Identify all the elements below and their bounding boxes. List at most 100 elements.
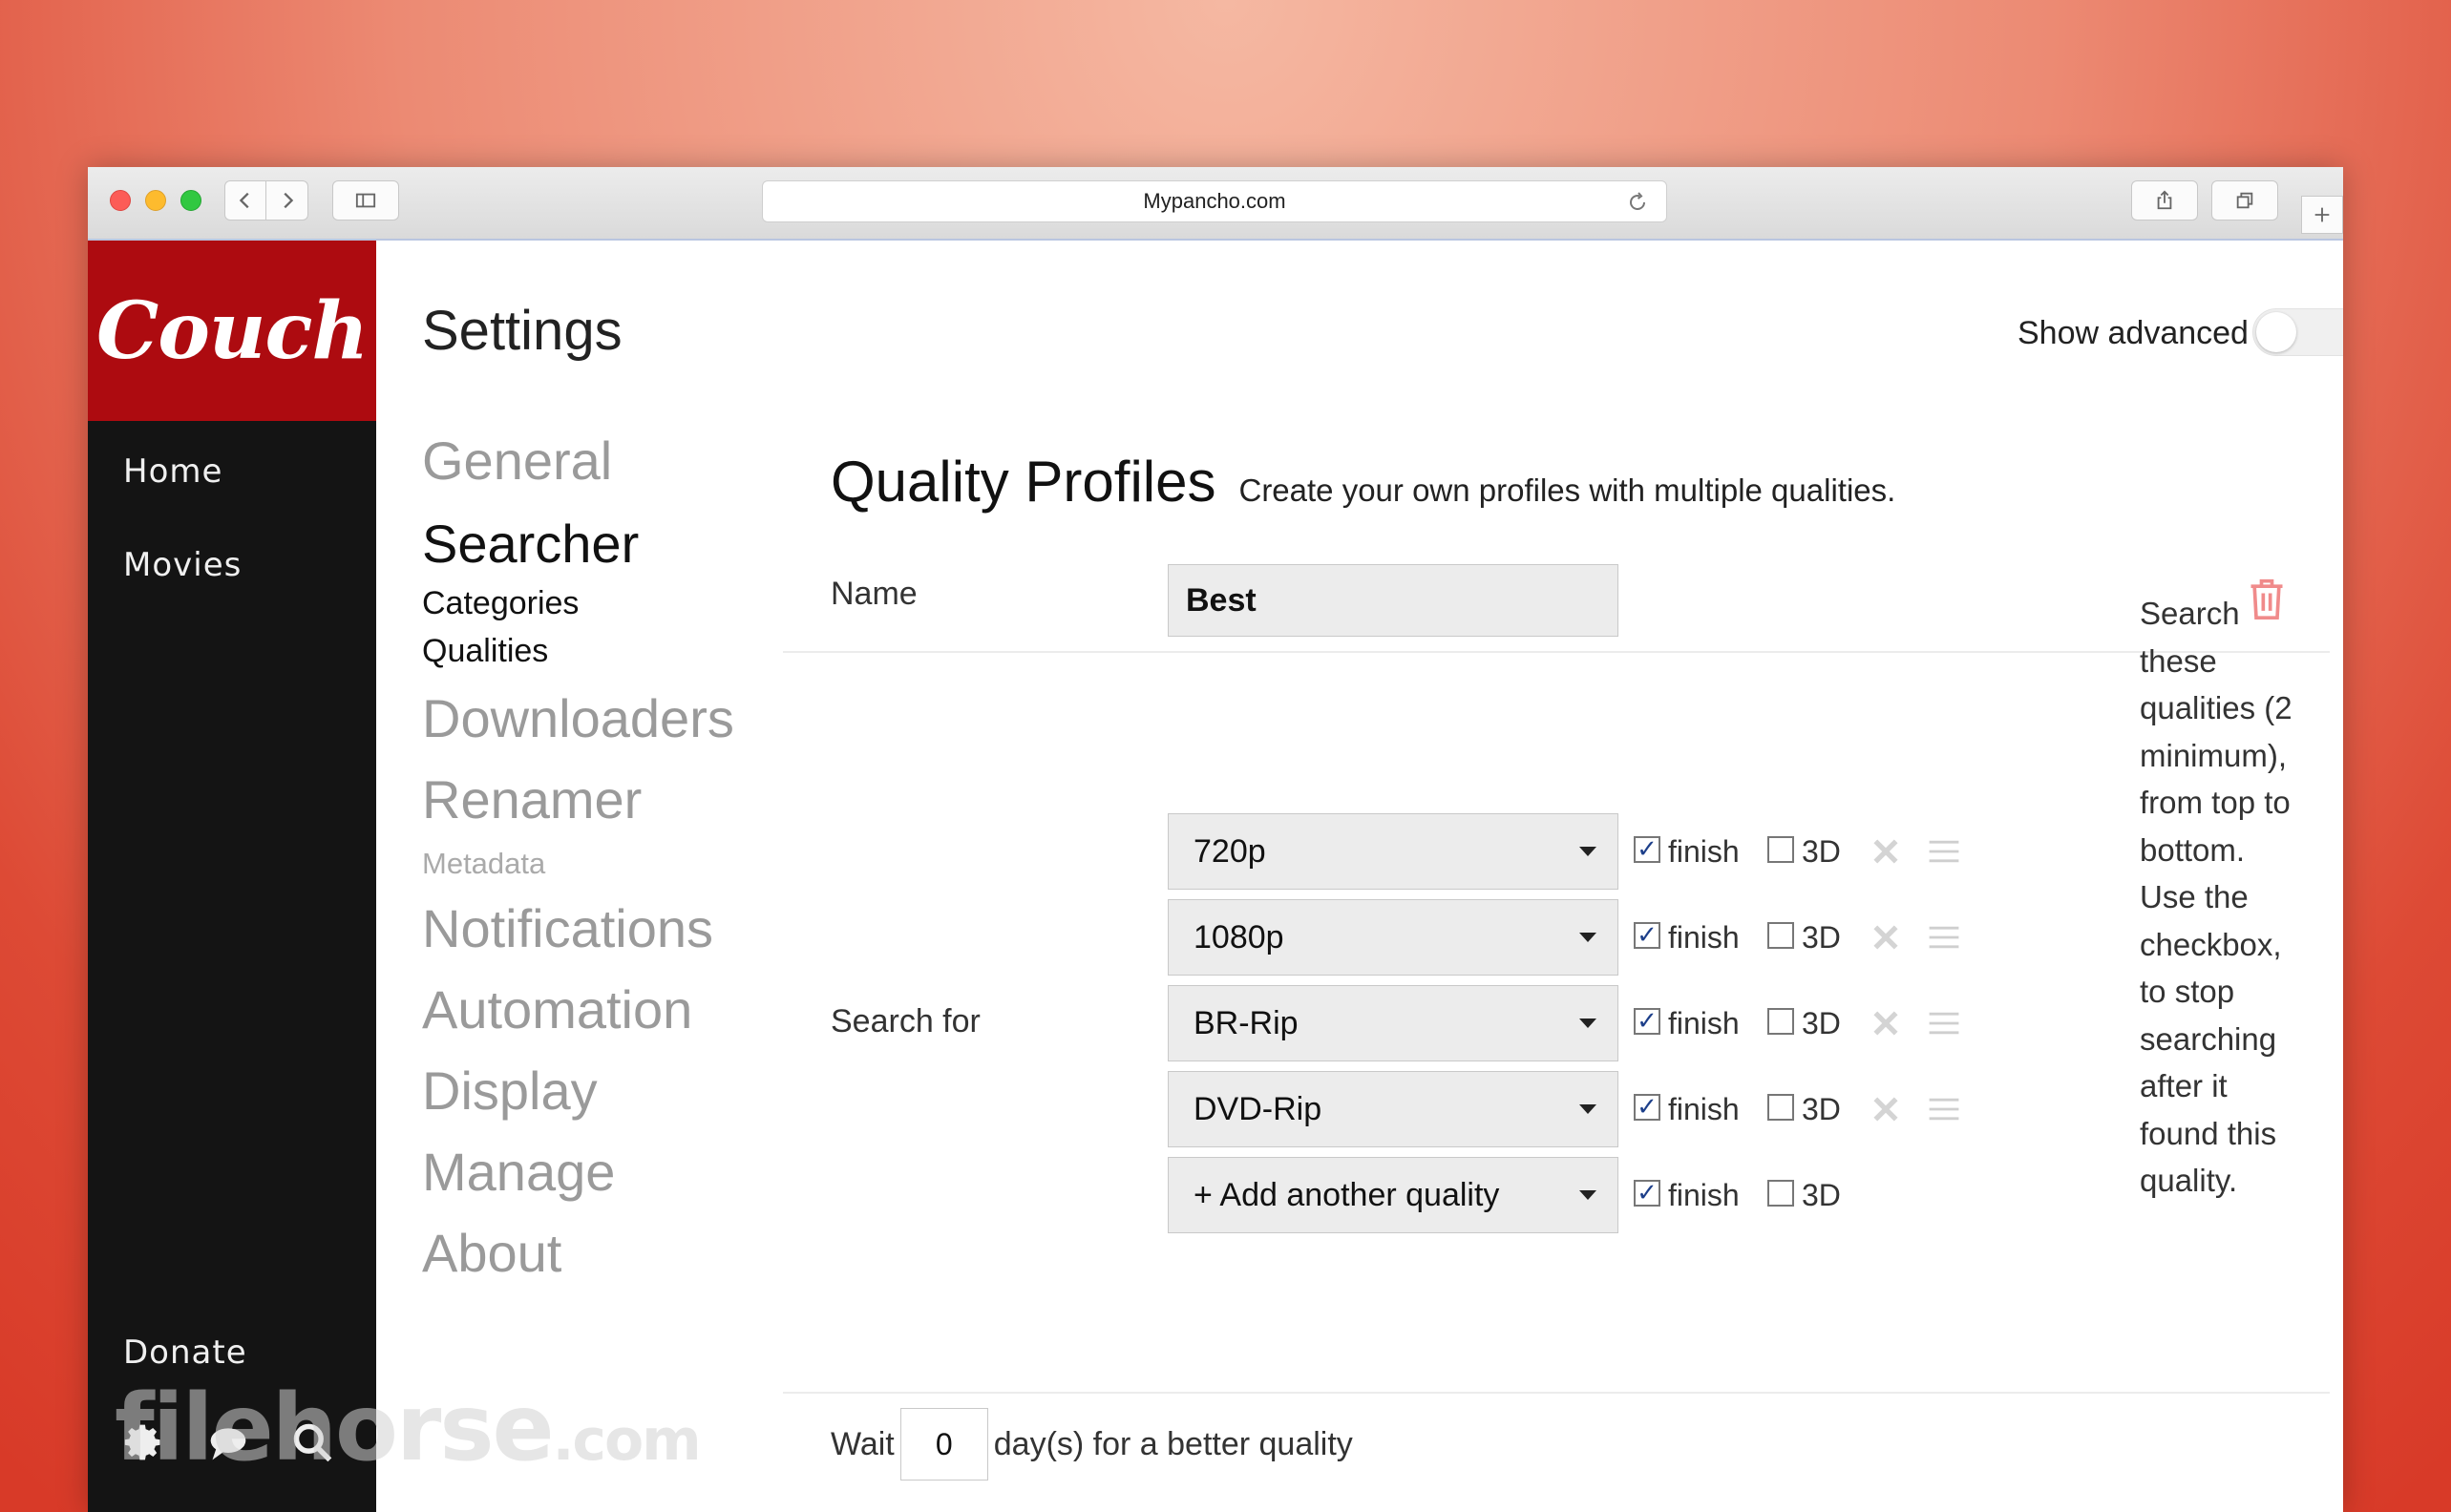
remove-icon[interactable]: [1870, 922, 1901, 953]
back-button[interactable]: [224, 180, 266, 220]
add-quality-select[interactable]: + Add another quality: [1168, 1157, 1618, 1233]
finish-label: finish: [1668, 1178, 1740, 1212]
caret-down-icon: [1579, 1104, 1596, 1114]
drag-handle-icon[interactable]: [1928, 1096, 1960, 1123]
quality-select-value: + Add another quality: [1194, 1176, 1500, 1213]
toggle-knob: [2256, 312, 2296, 352]
3d-checkbox[interactable]: [1767, 1008, 1794, 1035]
quality-profiles-header: Quality Profiles Create your own profile…: [831, 449, 1895, 514]
divider: [783, 1392, 2330, 1394]
quality-select-value: DVD-Rip: [1194, 1090, 1322, 1127]
watermark-suffix: .com: [552, 1407, 702, 1474]
checkmark-icon: ✓: [1637, 835, 1658, 864]
reload-icon[interactable]: [1626, 191, 1649, 214]
finish-label: finish: [1668, 920, 1740, 955]
settings-nav-notifications[interactable]: Notifications: [422, 897, 713, 959]
app-sidebar: Couch Home Movies Donate: [88, 241, 376, 1512]
show-advanced-toggle[interactable]: [2252, 308, 2343, 356]
sidebar-item-home[interactable]: Home: [123, 452, 222, 491]
checkmark-icon: ✓: [1637, 1093, 1658, 1122]
sidebar-item-donate[interactable]: Donate: [123, 1334, 247, 1372]
profile-name-input[interactable]: Best: [1168, 564, 1618, 637]
browser-toolbar: Mypancho.com: [88, 167, 2343, 241]
settings-nav-downloaders[interactable]: Downloaders: [422, 687, 734, 749]
remove-icon[interactable]: [1870, 1094, 1901, 1124]
finish-checkbox[interactable]: ✓: [1634, 922, 1660, 949]
3d-checkbox[interactable]: [1767, 1094, 1794, 1121]
checkmark-icon: ✓: [1637, 1007, 1658, 1036]
minimize-window-button[interactable]: [145, 190, 166, 211]
quality-select[interactable]: 1080p: [1168, 899, 1618, 976]
settings-nav-manage[interactable]: Manage: [422, 1141, 615, 1203]
quality-select-value: 1080p: [1194, 918, 1284, 956]
3d-checkbox[interactable]: [1767, 922, 1794, 949]
finish-label: finish: [1668, 834, 1740, 869]
section-title: Quality Profiles: [831, 450, 1216, 514]
settings-nav-qualities[interactable]: Qualities: [422, 633, 548, 670]
wait-row: Wait 0 day(s) for a better quality: [831, 1408, 1353, 1480]
share-icon: [2157, 190, 2172, 210]
settings-nav-about[interactable]: About: [422, 1222, 561, 1284]
new-tab-button[interactable]: [2301, 196, 2343, 234]
chevron-right-icon: [283, 192, 293, 209]
3d-label: 3D: [1802, 1092, 1841, 1126]
quality-select[interactable]: DVD-Rip: [1168, 1071, 1618, 1147]
finish-checkbox[interactable]: ✓: [1634, 836, 1660, 863]
caret-down-icon: [1579, 1018, 1596, 1028]
search-help-text: Search these qualities (2 minimum), from…: [2140, 596, 2293, 1198]
forward-button[interactable]: [266, 180, 308, 220]
caret-down-icon: [1579, 1190, 1596, 1200]
finish-checkbox[interactable]: ✓: [1634, 1180, 1660, 1207]
3d-checkbox[interactable]: [1767, 836, 1794, 863]
url-text: Mypancho.com: [1143, 189, 1286, 213]
wait-suffix-label: day(s) for a better quality: [993, 1425, 1353, 1462]
quality-select[interactable]: BR-Rip: [1168, 985, 1618, 1061]
show-tabs-button[interactable]: [2211, 180, 2278, 220]
drag-handle-icon[interactable]: [1928, 1010, 1960, 1037]
settings-nav-categories[interactable]: Categories: [422, 585, 579, 622]
3d-checkbox[interactable]: [1767, 1180, 1794, 1207]
section-description: Create your own profiles with multiple q…: [1238, 472, 1896, 508]
browser-window: Mypancho.com Couch Home Movies Donate Se…: [88, 167, 2343, 1512]
finish-checkbox[interactable]: ✓: [1634, 1094, 1660, 1121]
quality-select-value: BR-Rip: [1194, 1004, 1299, 1041]
3d-label: 3D: [1802, 834, 1841, 869]
finish-checkbox[interactable]: ✓: [1634, 1008, 1660, 1035]
settings-nav-display[interactable]: Display: [422, 1060, 598, 1122]
share-button[interactable]: [2131, 180, 2198, 220]
address-bar[interactable]: Mypancho.com: [762, 180, 1667, 222]
finish-label: finish: [1668, 1092, 1740, 1126]
checkmark-icon: ✓: [1637, 921, 1658, 950]
sidebar-item-movies[interactable]: Movies: [123, 546, 242, 584]
tabs-icon: [2236, 192, 2253, 209]
drag-handle-icon[interactable]: [1928, 924, 1960, 951]
settings-nav-searcher[interactable]: Searcher: [422, 513, 639, 575]
sidebar-icon: [355, 193, 376, 208]
close-window-button[interactable]: [110, 190, 131, 211]
sidebar-toggle-button[interactable]: [332, 180, 399, 220]
remove-icon[interactable]: [1870, 1008, 1901, 1039]
remove-icon[interactable]: [1870, 836, 1901, 867]
3d-label: 3D: [1802, 1178, 1841, 1212]
plus-icon: [2314, 207, 2330, 222]
settings-nav-metadata[interactable]: Metadata: [422, 847, 545, 881]
watermark: filehorse.com: [115, 1375, 702, 1481]
logo-text: Couch: [95, 284, 369, 377]
caret-down-icon: [1579, 847, 1596, 856]
divider: [783, 651, 2330, 653]
checkmark-icon: ✓: [1637, 1179, 1658, 1208]
finish-label: finish: [1668, 1006, 1740, 1040]
drag-handle-icon[interactable]: [1928, 838, 1960, 865]
wait-days-input[interactable]: 0: [899, 1408, 988, 1480]
page-title: Settings: [422, 300, 623, 362]
settings-nav-general[interactable]: General: [422, 430, 612, 492]
quality-select[interactable]: 720p: [1168, 813, 1618, 890]
settings-nav-renamer[interactable]: Renamer: [422, 768, 642, 830]
settings-nav-automation[interactable]: Automation: [422, 978, 692, 1040]
logo[interactable]: Couch: [88, 241, 376, 421]
search-for-label: Search for: [831, 1003, 981, 1040]
caret-down-icon: [1579, 933, 1596, 942]
chevron-left-icon: [239, 192, 249, 209]
zoom-window-button[interactable]: [180, 190, 201, 211]
3d-label: 3D: [1802, 920, 1841, 955]
